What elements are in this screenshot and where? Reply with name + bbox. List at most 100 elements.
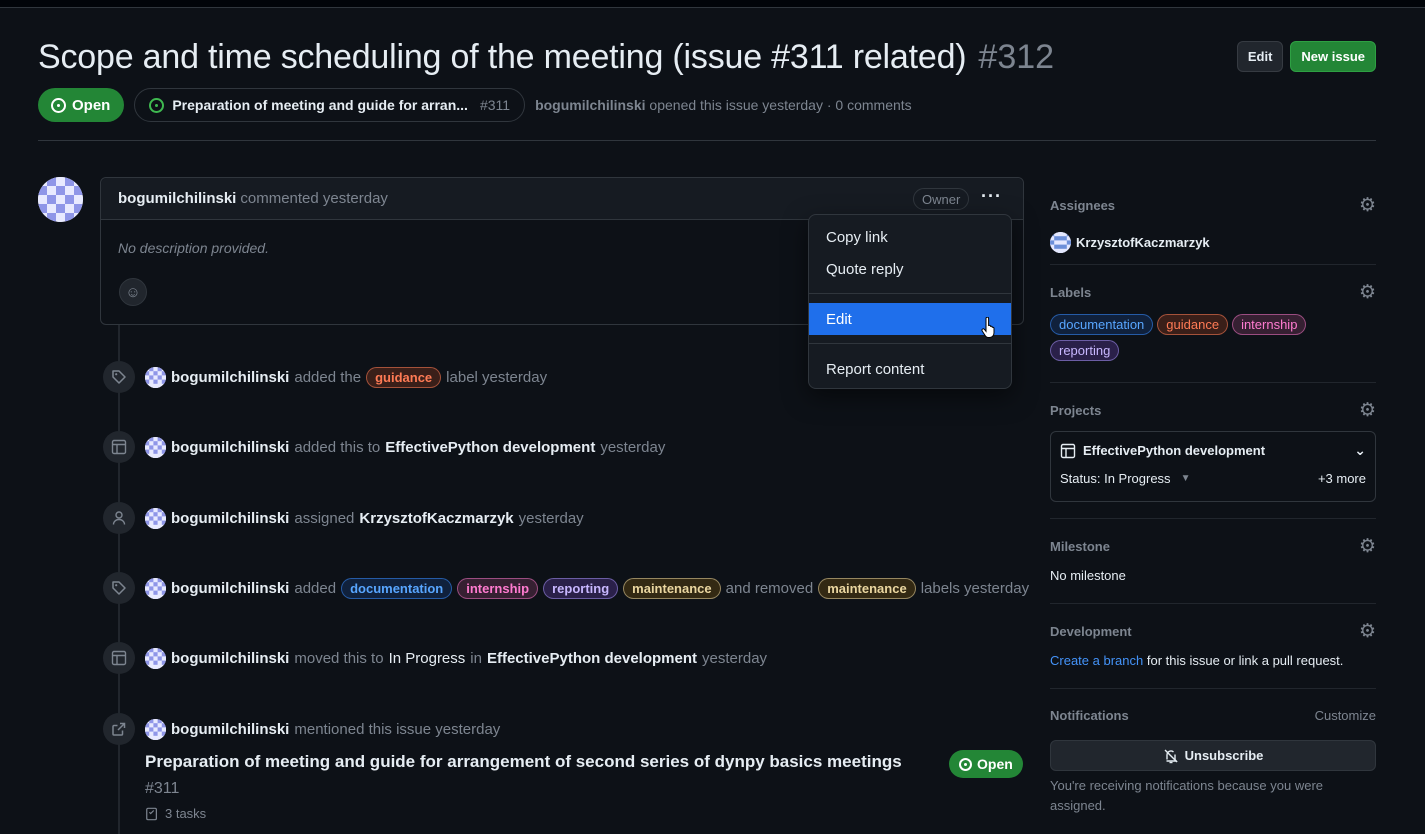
referenced-issue-number: #311 [145,780,180,797]
status-name: In Progress [388,649,466,667]
label-maintenance[interactable]: maintenance [818,577,916,599]
table-icon [103,642,135,674]
event-user-link[interactable]: bogumilchilinski [171,369,289,386]
gear-icon[interactable]: ⚙ [1359,622,1376,641]
milestone-heading-label: Milestone [1050,539,1110,554]
comment-author-link[interactable]: bogumilchilinski [118,190,236,207]
project-link[interactable]: EffectivePython development [487,650,697,667]
tasks-count: 3 tasks [165,806,207,821]
issue-open-icon [51,97,66,113]
event-user-link[interactable]: bogumilchilinski [171,580,289,597]
event-user-link[interactable]: bogumilchilinski [171,721,289,738]
event-user-link[interactable]: bogumilchilinski [171,439,289,456]
issue-opened-info: bogumilchilinski opened this issue yeste… [535,97,912,113]
comment-options-button[interactable]: ··· [981,186,1002,207]
event-text: yesterday [518,509,584,527]
assignee-item[interactable]: KrzysztofKaczmarzyk [1050,232,1376,253]
project-link[interactable]: EffectivePython development [385,439,595,456]
label-reporting[interactable]: reporting [543,577,619,599]
label-maintenance[interactable]: maintenance [623,577,721,599]
comment-options-menu: Copy link Quote reply Edit Report conten… [808,214,1012,389]
event-user-link[interactable]: bogumilchilinski [171,510,289,527]
event-text: assigned [294,509,355,527]
avatar[interactable] [145,577,166,599]
projects-heading: Projects ⚙ [1050,401,1376,420]
issue-opened-text: opened this issue yesterday · 0 comments [649,97,912,113]
issue-author-link[interactable]: bogumilchilinski [535,97,645,113]
unsubscribe-label: Unsubscribe [1184,748,1264,763]
gear-icon[interactable]: ⚙ [1359,401,1376,420]
project-more-fields[interactable]: +3 more [1318,471,1366,486]
header-actions: Edit New issue [1236,41,1376,72]
timeline-event: bogumilchilinski added this to Effective… [103,431,665,463]
timeline-event: bogumilchilinski mentioned this issue ye… [103,713,500,745]
project-card: EffectivePython development ⌄ Status: In… [1050,431,1376,502]
timeline-event: bogumilchilinski added documentation int… [103,572,1029,604]
edit-title-button[interactable]: Edit [1236,41,1284,72]
referenced-issue-title[interactable]: Preparation of meeting and guide for arr… [145,752,902,772]
menu-item-quote-reply[interactable]: Quote reply [809,253,1011,285]
avatar[interactable] [38,177,83,222]
gear-icon[interactable]: ⚙ [1359,537,1376,556]
menu-item-edit[interactable]: Edit [809,303,1011,338]
event-user-link[interactable]: bogumilchilinski [171,650,289,667]
event-text: mentioned this issue yesterday [294,720,501,738]
hand-cursor-icon [981,317,995,338]
menu-item-report-content[interactable]: Report content [809,353,1011,385]
sidebar-notifications: Notifications Customize Unsubscribe You'… [1050,708,1376,816]
project-header[interactable]: EffectivePython development ⌄ [1060,442,1366,459]
issue-state-badge: Open [38,88,125,122]
parent-issue-title: Preparation of meeting and guide for arr… [172,97,468,113]
issue-title: Scope and time scheduling of the meeting… [38,38,967,76]
notifications-heading-label: Notifications [1050,708,1129,723]
gear-icon[interactable]: ⚙ [1359,196,1376,215]
sidebar-assignees: Assignees ⚙ KrzysztofKaczmarzyk [1050,196,1376,253]
table-icon [103,431,135,463]
avatar[interactable] [145,507,166,529]
customize-link[interactable]: Customize [1315,708,1376,723]
project-fields: Status: In Progress ▼ +3 more [1060,471,1366,486]
avatar[interactable] [145,647,166,669]
caret-down-icon[interactable]: ▼ [1181,473,1191,484]
label-documentation[interactable]: documentation [1050,314,1154,335]
issue-open-icon [959,757,972,771]
unsubscribe-button[interactable]: Unsubscribe [1050,740,1376,771]
comment-timestamp: commented yesterday [240,190,388,207]
menu-item-copy-link[interactable]: Copy link [809,221,1011,253]
event-text: label yesterday [446,368,548,386]
gear-icon[interactable]: ⚙ [1359,283,1376,302]
label-internship[interactable]: internship [457,577,539,599]
add-reaction-button[interactable]: ☺ [119,278,147,306]
header-divider [38,140,1376,141]
sidebar-divider [1050,264,1376,265]
event-text: labels yesterday [920,579,1030,597]
parent-issue-link[interactable]: Preparation of meeting and guide for arr… [134,88,526,122]
assignee-link[interactable]: KrzysztofKaczmarzyk [359,510,513,527]
projects-heading-label: Projects [1050,403,1102,418]
avatar[interactable] [145,436,166,458]
label-guidance[interactable]: guidance [366,366,442,388]
label-documentation[interactable]: documentation [341,577,453,599]
project-status[interactable]: Status: In Progress [1060,471,1171,486]
event-text: yesterday [702,649,768,667]
avatar[interactable] [145,366,166,388]
referenced-issue-state: Open [949,750,1023,778]
notification-reason: You're receiving notifications because y… [1050,778,1323,813]
smiley-icon: ☺ [125,283,141,301]
new-issue-button[interactable]: New issue [1290,41,1376,72]
avatar[interactable] [145,718,166,740]
chevron-down-icon[interactable]: ⌄ [1354,442,1366,459]
issue-title-row: Scope and time scheduling of the meeting… [38,38,1054,77]
create-branch-link[interactable]: Create a branch [1050,653,1143,668]
menu-item-edit-label: Edit [826,310,852,328]
label-internship[interactable]: internship [1232,314,1307,335]
label-reporting[interactable]: reporting [1050,340,1120,361]
development-heading: Development ⚙ [1050,622,1376,641]
project-name: EffectivePython development [1083,443,1266,458]
timeline-event: bogumilchilinski assigned KrzysztofKaczm… [103,502,584,534]
label-guidance[interactable]: guidance [1157,314,1229,335]
menu-divider [809,343,1011,344]
labels-heading-label: Labels [1050,285,1092,300]
milestone-heading: Milestone ⚙ [1050,537,1376,556]
timeline-event: bogumilchilinski added the guidance labe… [103,361,547,393]
